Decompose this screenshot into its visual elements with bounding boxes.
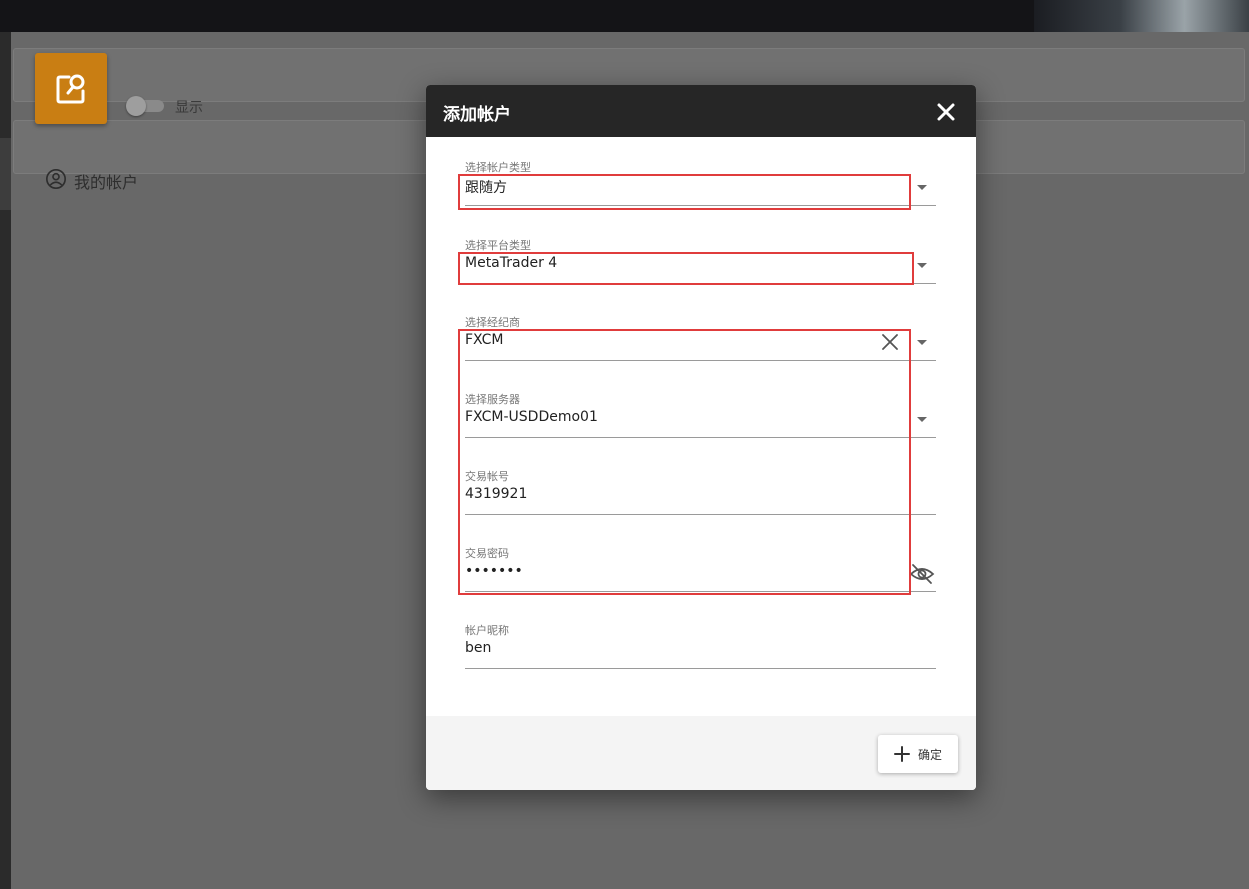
- broker-label: 选择经纪商: [465, 316, 520, 329]
- clear-icon[interactable]: [881, 333, 899, 351]
- dropdown-caret-icon[interactable]: [917, 263, 927, 268]
- trade-account-value: 4319921: [465, 486, 528, 502]
- plus-icon: [893, 746, 910, 762]
- platform-type-value: MetaTrader 4: [465, 255, 558, 271]
- trade-account-label: 交易帐号: [465, 470, 509, 483]
- server-label: 选择服务器: [465, 393, 520, 406]
- dialog-footer: 确定: [426, 716, 976, 790]
- confirm-button[interactable]: 确定: [878, 735, 958, 773]
- edit-search-icon: [56, 74, 85, 103]
- top-bar: [0, 0, 1249, 32]
- confirm-label: 确定: [917, 747, 942, 762]
- add-account-launch-button[interactable]: [35, 53, 107, 124]
- server-value: FXCM-USDDemo01: [465, 409, 598, 425]
- dropdown-caret-icon[interactable]: [917, 417, 927, 422]
- dropdown-caret-icon[interactable]: [917, 185, 927, 190]
- my-accounts-title: 我的帐户: [74, 173, 139, 192]
- dialog-title: 添加帐户: [443, 105, 511, 125]
- eye-off-icon[interactable]: [909, 563, 935, 585]
- broker-value: FXCM: [465, 332, 504, 348]
- dialog-header: 添加帐户: [426, 85, 976, 137]
- add-account-dialog: 添加帐户 选择帐户类型 跟随方 选择平台类型 MetaTrader 4 选择经纪…: [426, 85, 976, 790]
- account-type-label: 选择帐户类型: [465, 161, 531, 174]
- left-strip: [0, 32, 11, 889]
- nickname-label: 帐户昵称: [465, 624, 509, 637]
- show-toggle-label: 显示: [175, 100, 203, 116]
- trade-password-value: •••••••: [465, 563, 523, 579]
- highlight-box: [458, 329, 911, 595]
- trade-password-label: 交易密码: [465, 547, 509, 560]
- window-thumbnail: [1034, 0, 1249, 32]
- show-toggle[interactable]: [126, 96, 166, 116]
- close-icon[interactable]: [932, 98, 960, 126]
- dropdown-caret-icon[interactable]: [917, 340, 927, 345]
- account-type-value: 跟随方: [465, 180, 507, 196]
- platform-type-label: 选择平台类型: [465, 239, 531, 252]
- nickname-value: ben: [465, 640, 492, 656]
- account-circle-icon: [46, 169, 66, 189]
